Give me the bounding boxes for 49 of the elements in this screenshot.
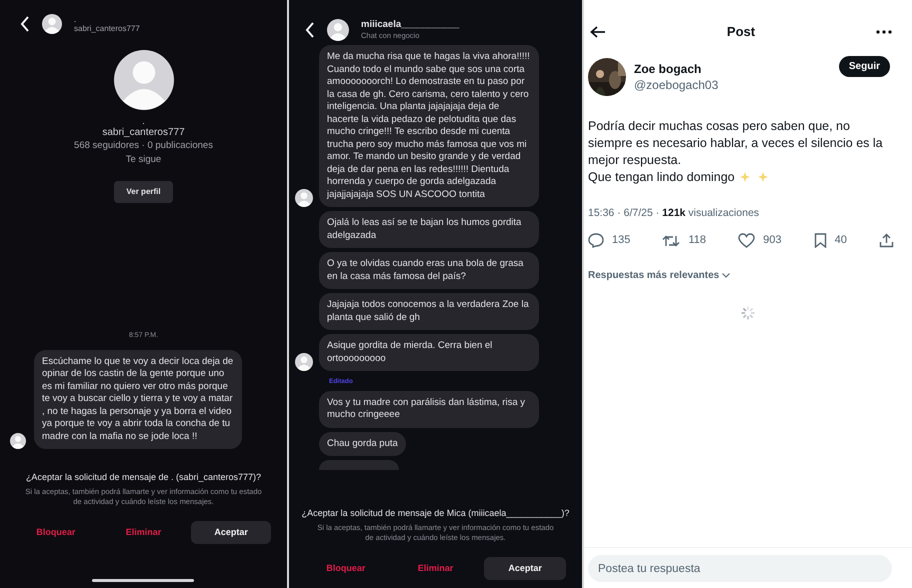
reply-icon[interactable]: [588, 233, 604, 248]
request-question: ¿Aceptar la solicitud de mensaje de . (sabri_canteros777)?: [24, 471, 262, 484]
message-bubble: Chau gorda puta: [319, 432, 406, 456]
action-count: 118: [688, 233, 706, 248]
avatar-icon: [327, 19, 349, 41]
follow-button[interactable]: Seguir: [838, 56, 890, 76]
display-name: .: [74, 15, 78, 24]
message-bubble: Ojalá lo leas así se te bajan los humos gordita adelgazada: [319, 211, 539, 248]
username: sabri_canteros777: [74, 24, 140, 33]
message-bubble: Jajajaja todos conocemos a la verdadera Zoe la planta que salió de gh: [319, 293, 539, 330]
reply-field[interactable]: Postea tu respuesta: [588, 555, 892, 582]
message-bubble: O ya te olvidas cuando eras una bola de grasa en la casa más famosa del país?: [319, 252, 539, 289]
post-text: Que tengan lindo domingo: [588, 168, 735, 186]
message-bubble: Escúchame lo que te voy a decir loca deja de opinar de los castin de la gente porque uno es mi familiar no quiero ver otro más porque te voy a buscar ciello y tierra y te voy a matar , no te hagas la personaje y ya borra el video ya porque te voy a abrir toda la concha de tu madre con la mafia no se jode loca !!: [34, 350, 242, 449]
follow-status: Te sigue: [126, 153, 162, 167]
profile-avatar-icon: [114, 50, 174, 110]
action-link[interactable]: Bloquear: [16, 520, 96, 544]
view-profile-button[interactable]: Ver perfil: [114, 181, 173, 203]
back-icon[interactable]: [590, 26, 606, 38]
action-link[interactable]: Eliminar: [104, 520, 184, 544]
more-icon[interactable]: [876, 30, 892, 34]
author-name: Zoe bogach: [634, 60, 702, 76]
avatar-icon: [42, 14, 62, 34]
username: sabri_canteros777: [102, 126, 185, 139]
author-handle: @zoebogach03: [634, 76, 720, 92]
action-count: 135: [612, 233, 630, 248]
action-button[interactable]: Aceptar: [484, 556, 566, 580]
action-button[interactable]: Aceptar: [191, 520, 272, 544]
sort-label: Respuestas más relevantes: [588, 268, 720, 283]
page-title: Post: [726, 23, 756, 41]
repost-icon[interactable]: [662, 234, 680, 248]
message-bubble: Vos y tu madre con parálisis dan lástima, risa y mucho cringeeee: [319, 390, 539, 428]
message-bubble: Asique gordita de mierda. Cerra bien el ortooooooooo: [319, 334, 539, 371]
message-bubble: Me da mucha risa que te hagas la viva ahora!!!!! Cuando todo el mundo sabe que sos una corta amooooooorch! Lo demostraste en tu paso por la casa de gh. Cero carisma, cero talento y cero inteligencia. Una planta jajajajaja deja de hacerte la vida pedazo de pelotudita que das mucho cringe!!! Te escribo desde mi cuenta trucha pero soy mucho más famosa que vos mi amor. Te mando un besito grande y de verdad deja de dar pena en las redes!!!!!! Dientuda horrenda y cuerpo de gorda adelgazada jajajjajajaja SOS UN ASCOOO tontita: [319, 45, 539, 207]
post-meta: 15:36 · 6/7/25 · 121k visualizaciones: [587, 206, 760, 220]
display-name: .: [142, 116, 145, 126]
profile-stats: 568 seguidores · 0 publicaciones: [74, 139, 213, 153]
post-text: Podría decir muchas cosas pero saben que, no siempre es necesario hablar, a veces el silencio es la mejor respuesta.: [588, 118, 884, 168]
username: miiicaela___________: [361, 19, 460, 30]
bookmark-icon[interactable]: [814, 233, 827, 248]
chevron-down-icon[interactable]: [722, 272, 730, 278]
action-link[interactable]: Eliminar: [394, 556, 476, 580]
heart-icon[interactable]: [738, 233, 756, 248]
action-count: 40: [834, 233, 847, 248]
share-icon[interactable]: [878, 233, 894, 248]
request-question: ¿Aceptar la solicitud de mensaje de Mica (miiicaela___________)?: [300, 507, 570, 520]
loading-spinner-icon: [740, 304, 756, 321]
action-link[interactable]: Bloquear: [305, 556, 387, 580]
action-count: 903: [763, 233, 782, 248]
